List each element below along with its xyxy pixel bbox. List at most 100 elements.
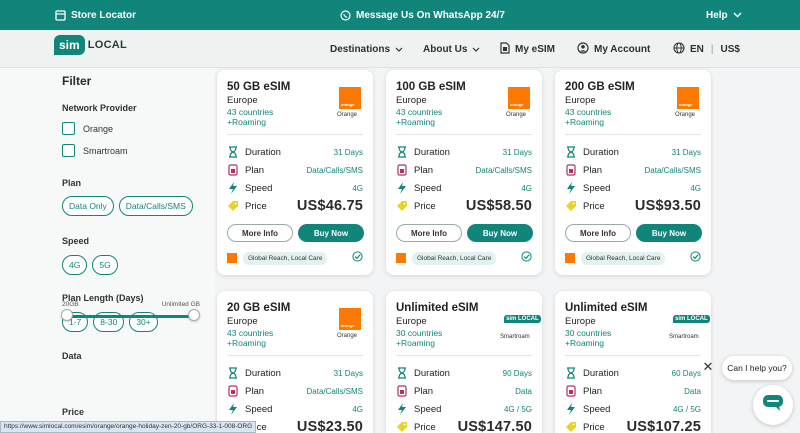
checkbox-box[interactable] — [62, 122, 75, 135]
operator-name: Orange — [675, 112, 696, 118]
card-countries[interactable]: 43 countries — [227, 107, 273, 117]
price-row: Price US$107.25 — [565, 419, 701, 433]
help-menu[interactable]: Help — [706, 0, 742, 30]
provider-orange-label: Orange — [83, 123, 114, 134]
chat-prompt[interactable]: Can I help you? — [722, 356, 792, 380]
nav-my-account[interactable]: My Account — [577, 30, 650, 68]
price-value: US$93.50 — [634, 198, 701, 214]
nav-about-us[interactable]: About Us — [423, 30, 480, 68]
nav-my-esim[interactable]: My eSIM — [500, 30, 555, 68]
card-roaming[interactable]: +Roaming — [396, 338, 435, 348]
chip-4g[interactable]: 4G — [62, 255, 88, 275]
price-tag-icon — [227, 200, 239, 212]
duration-row: Duration 31 Days — [396, 145, 532, 159]
price-tag-icon — [396, 421, 408, 433]
buy-now-button[interactable]: Buy Now — [298, 224, 364, 242]
card-divider — [396, 355, 532, 356]
price-label: Price — [414, 421, 436, 433]
buy-now-button[interactable]: Buy Now — [467, 224, 533, 242]
duration-label: Duration — [245, 146, 281, 158]
card-countries[interactable]: 43 countries — [227, 328, 273, 338]
operator-name: Smartroam — [500, 334, 530, 340]
card-divider — [565, 134, 701, 135]
nav-separator: | — [710, 43, 714, 55]
operator-name: Orange — [337, 333, 358, 339]
data-slider-max-handle[interactable] — [188, 309, 200, 321]
card-roaming[interactable]: +Roaming — [227, 338, 266, 348]
chat-button[interactable] — [753, 385, 793, 425]
speed-label: Speed — [583, 182, 611, 194]
orange-logo-text: orange — [341, 323, 355, 328]
orange-mini-logo — [227, 253, 237, 263]
data-slider-min-handle[interactable] — [61, 309, 73, 321]
whatsapp-link[interactable]: Message Us On WhatsApp 24/7 — [340, 0, 505, 30]
provider-smartroam-checkbox[interactable]: Smartroam — [62, 144, 128, 157]
badge-row: Global Reach, Local Care — [565, 251, 701, 265]
filter-sidebar: Filter Network Provider Orange Smartroam… — [0, 68, 215, 433]
data-heading: Data — [62, 351, 82, 361]
card-roaming[interactable]: +Roaming — [396, 117, 435, 127]
duration-label: Duration — [583, 367, 619, 379]
speed-row: Speed 4G / 5G — [396, 402, 532, 416]
duration-row: Duration 31 Days — [227, 366, 363, 380]
nav-destinations-label: Destinations — [330, 43, 391, 55]
duration-value: 31 Days — [502, 147, 532, 157]
store-icon — [55, 9, 66, 21]
card-roaming[interactable]: +Roaming — [565, 338, 604, 348]
smartroam-logo-text: sim LOCAL — [504, 315, 541, 323]
nav-my-account-label: My Account — [594, 43, 651, 55]
plan-label: Plan — [583, 385, 603, 397]
price-row: Price US$46.75 — [227, 198, 363, 214]
network-provider-heading: Network Provider — [62, 103, 137, 113]
esim-card[interactable]: 100 GB eSIM Europe 43 countries +Roaming… — [386, 70, 542, 275]
checkbox-box[interactable] — [62, 144, 75, 157]
plan-row: Plan Data — [396, 384, 532, 398]
price-row: Price US$147.50 — [396, 419, 532, 433]
duration-row: Duration 60 Days — [565, 366, 701, 380]
nav-about-us-label: About Us — [423, 43, 468, 55]
nav-destinations[interactable]: Destinations — [330, 30, 403, 68]
sim-card-icon — [396, 385, 408, 397]
card-region: Europe — [227, 95, 258, 106]
duration-label: Duration — [414, 367, 450, 379]
speed-label: Speed — [245, 403, 273, 415]
card-countries[interactable]: 43 countries — [396, 107, 442, 117]
check-circle-icon — [690, 249, 701, 267]
chip-5g[interactable]: 5G — [92, 255, 118, 275]
provider-orange-checkbox[interactable]: Orange — [62, 122, 113, 135]
card-countries[interactable]: 30 countries — [396, 328, 442, 338]
nav-locale[interactable]: EN | US$ — [673, 30, 740, 68]
card-roaming[interactable]: +Roaming — [227, 117, 266, 127]
price-label: Price — [414, 200, 436, 212]
hourglass-icon — [396, 367, 408, 379]
store-locator-link[interactable]: Store Locator — [55, 0, 136, 30]
esim-card[interactable]: Unlimited eSIM Europe 30 countries +Roam… — [386, 291, 542, 433]
speed-label: Speed — [414, 403, 442, 415]
more-info-button[interactable]: More Info — [565, 224, 631, 242]
more-info-button[interactable]: More Info — [227, 224, 293, 242]
data-slider-min: 20GB — [62, 301, 79, 308]
card-roaming[interactable]: +Roaming — [565, 117, 604, 127]
esim-card[interactable]: 20 GB eSIM Europe 43 countries +Roaming … — [217, 291, 373, 433]
duration-value: 31 Days — [333, 147, 363, 157]
sim-card-icon — [565, 385, 577, 397]
esim-card[interactable]: Unlimited eSIM Europe 30 countries +Roam… — [555, 291, 711, 433]
hourglass-icon — [227, 367, 239, 379]
chip-data-calls-sms[interactable]: Data/Calls/SMS — [118, 196, 193, 216]
main-nav: sim LOCAL Destinations About Us My eSIM … — [0, 30, 800, 68]
filter-title: Filter — [62, 74, 92, 88]
buy-now-button[interactable]: Buy Now — [636, 224, 702, 242]
plan-row: Plan Data/Calls/SMS — [565, 163, 701, 177]
card-countries[interactable]: 43 countries — [565, 107, 611, 117]
top-bar: Store Locator Message Us On WhatsApp 24/… — [0, 0, 800, 30]
more-info-button[interactable]: More Info — [396, 224, 462, 242]
esim-card[interactable]: 50 GB eSIM Europe 43 countries +Roaming … — [217, 70, 373, 275]
speed-chips: 4G 5G — [62, 255, 118, 275]
chip-data-only[interactable]: Data Only — [62, 196, 114, 216]
simlocal-logo[interactable]: sim LOCAL — [54, 35, 127, 55]
card-countries[interactable]: 30 countries — [565, 328, 611, 338]
esim-card[interactable]: 200 GB eSIM Europe 43 countries +Roaming… — [555, 70, 711, 275]
data-slider-track[interactable] — [66, 315, 194, 318]
global-reach-badge: Global Reach, Local Care — [581, 251, 666, 265]
chat-close-icon[interactable]: ✕ — [700, 359, 716, 375]
